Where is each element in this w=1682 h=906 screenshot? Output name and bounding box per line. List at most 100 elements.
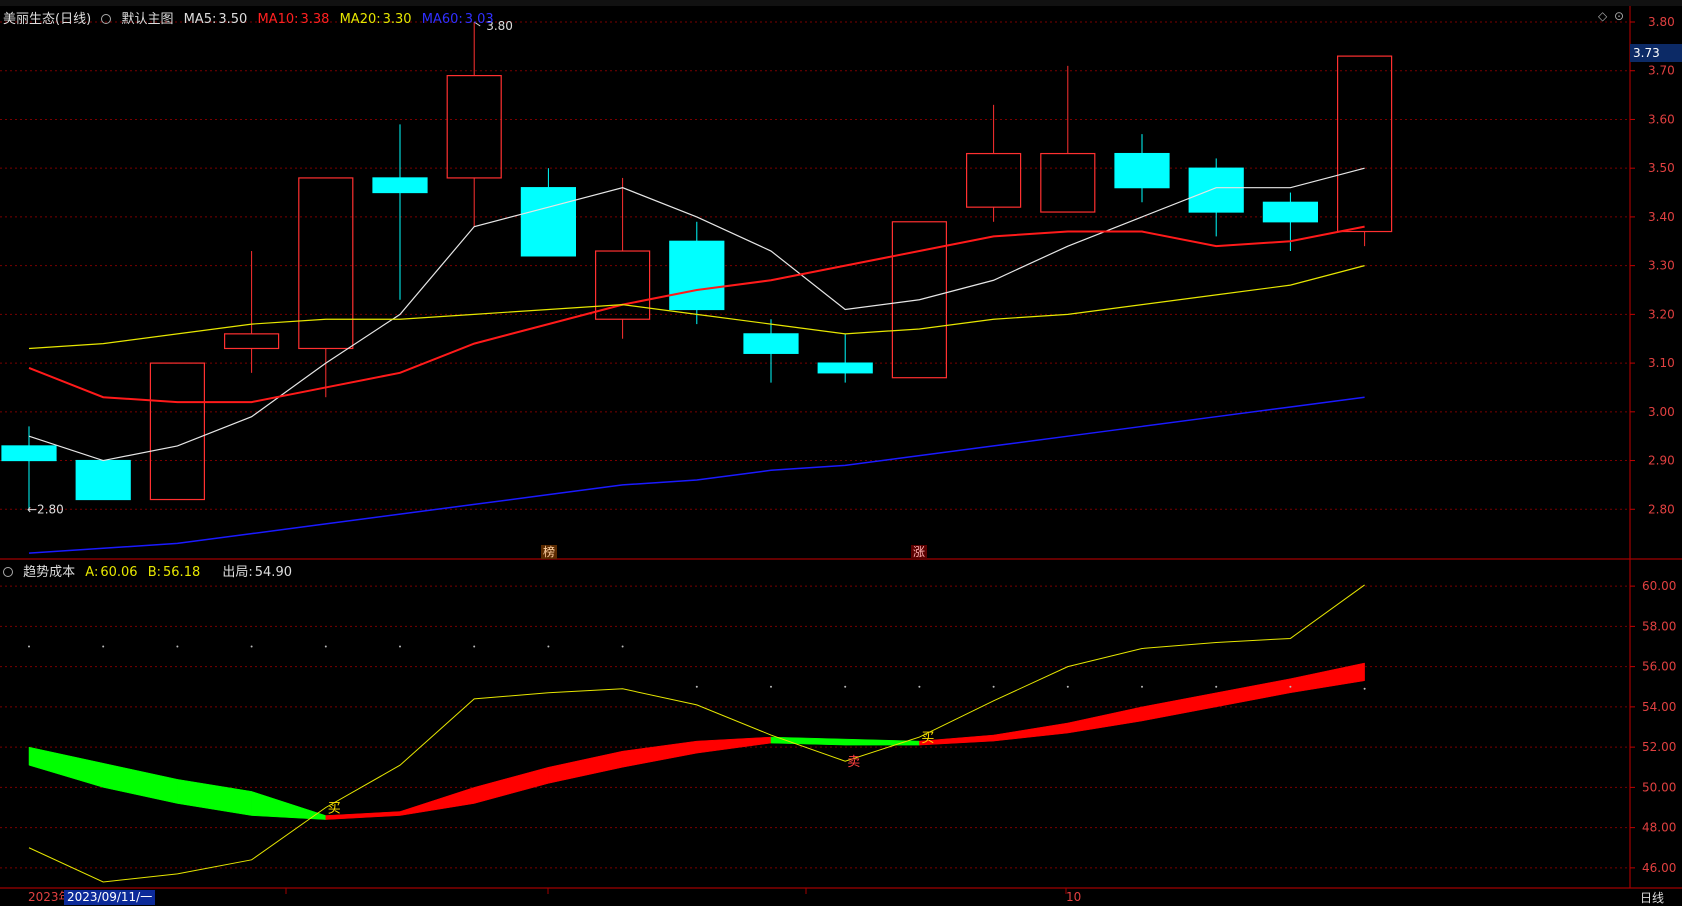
candle-body [298,177,354,350]
cost-band-segment [102,762,178,804]
exit-dot [1141,685,1143,688]
candle-body [446,74,502,179]
y-tick-label: 60.00 [1642,579,1676,593]
ma5-value: 3.50 [218,12,248,27]
candle-body [1,445,57,462]
ma10-label: MA10: [257,12,299,27]
exit-dot [621,645,624,648]
cost-band-segment [844,738,920,746]
ma10-value: 3.38 [300,12,330,27]
stock-title[interactable]: 美丽生态(日线) [3,12,91,27]
y-tick-label: 58.00 [1642,619,1676,633]
candle-body [149,362,205,501]
signal-label: 买 [921,731,934,746]
indicator-settings-icon[interactable] [3,567,13,577]
current-price-tag: 3.73 [1630,44,1682,62]
candle-body [743,333,799,354]
exit-dot [324,645,327,648]
exit-dot [250,645,253,648]
signal-label: 卖 [847,755,860,770]
candle-body [1040,152,1096,213]
diamond-icon[interactable]: ◇ [1598,9,1607,23]
y-tick-label: 52.00 [1642,740,1676,754]
a-line [28,584,1365,883]
candle-body [1188,167,1244,213]
y-tick-label: 46.00 [1642,861,1676,875]
y-tick-label: 3.00 [1648,405,1675,419]
y-tick-label: 50.00 [1642,780,1676,794]
exit-dot [28,645,30,648]
low-annotation: ←2.80 [27,502,64,516]
y-tick-label: 2.90 [1648,454,1675,468]
exit-dot [844,685,847,688]
indicator-header: 趋势成本 A: 60.06 B: 56.18 出局: 54.90 [3,561,298,580]
cost-band-segment [1141,692,1217,722]
selected-date: 2023/09/11/一 [64,890,156,905]
list-mark-badge[interactable]: 榜 [541,545,558,559]
cost-band-segment [770,736,846,746]
indicator-name[interactable]: 趋势成本 [23,565,75,580]
cost-band-segment [993,722,1069,742]
chart-stage[interactable]: 3.80 3.70 3.60 3.50 3.40 3.30 3.20 3.10 3.00 2.90… [0,0,1682,905]
exit-dot [695,685,698,688]
y-tick-label: 56.00 [1642,660,1676,674]
candle-body [75,459,131,501]
cost-band-segment [548,750,623,784]
exit-dot [1066,685,1069,688]
b-value: 56.18 [163,565,201,580]
exit-dot [1289,685,1292,688]
y-tick-label: 2.80 [1648,502,1675,516]
cost-band-segment [28,746,104,788]
candle-body [669,240,725,311]
y-tick-label: 3.60 [1648,112,1675,126]
a-value: 60.06 [100,565,138,580]
y-tick-label: 3.20 [1648,307,1675,321]
ma20-value: 3.30 [382,12,412,27]
exit-dot [770,685,772,688]
exit-label: 出局: [222,565,253,580]
ma20-label: MA20: [339,12,381,27]
price-chart[interactable]: 3.80 3.70 3.60 3.50 3.40 3.30 3.20 3.10 3.00 2.90… [0,0,1682,905]
cost-band-segment [1215,678,1291,708]
exit-dot [547,645,550,648]
y-tick-label: 3.30 [1648,259,1675,273]
cost-band-segment [399,787,475,816]
signal-label: 买 [328,802,341,817]
cost-band-segment [622,740,698,768]
cost-band-segment [1067,706,1143,734]
exit-dot [1215,685,1218,688]
main-chart-header: 美丽生态(日线) 默认主图 MA5: 3.50 MA10: 3.38 MA20: 3.… [3,8,500,27]
settings-circle-icon[interactable] [101,14,112,24]
ma60-value: 3.03 [464,12,494,27]
y-tick-label: 3.10 [1648,356,1675,370]
exit-dot [102,645,105,648]
candle-body [1114,152,1170,189]
exit-dot [992,685,995,688]
exit-dot [399,645,401,648]
candle-body [1262,201,1319,223]
exit-dot [1363,687,1366,690]
rise-mark-badge[interactable]: 涨 [911,545,928,559]
cost-band-segment [696,736,772,754]
period-button[interactable]: 日线 [1640,889,1664,906]
y-tick-label: 54.00 [1642,700,1676,714]
b-label: B: [147,565,162,580]
exit-value: 54.90 [254,565,292,580]
cost-band-segment [177,779,252,816]
ma60-label: MA60: [421,12,463,27]
y-tick-label: 3.80 [1648,15,1675,29]
exit-dot [473,645,476,648]
y-tick-label: 3.40 [1648,210,1675,224]
a-label: A: [85,565,99,580]
exit-dot [918,685,921,688]
expand-circle-icon[interactable]: ⊙ [1614,9,1624,23]
candle-body [372,177,428,194]
template-label[interactable]: 默认主图 [121,12,173,27]
y-tick-label: 3.50 [1648,161,1675,175]
cost-band-segment [1290,662,1365,694]
candle-body [1336,55,1393,233]
candle-body [817,362,873,374]
y-tick-label: 3.70 [1648,64,1675,78]
exit-dot [176,645,179,648]
candle-body [965,152,1022,208]
